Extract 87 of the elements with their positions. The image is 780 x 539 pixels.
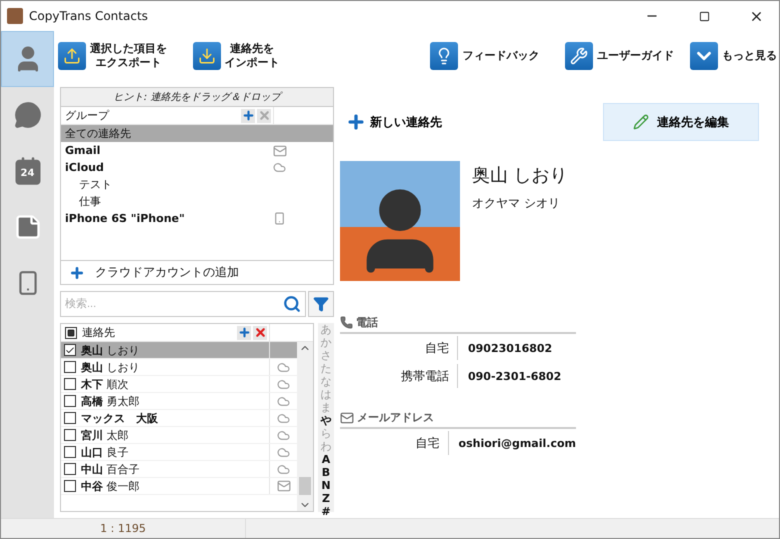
group-item[interactable]: iCloud: [61, 159, 333, 176]
name-reading: オクヤマ シオリ: [472, 195, 561, 212]
field-value: oshiori@gmail.com: [458, 436, 576, 450]
checkbox[interactable]: [64, 361, 76, 373]
hint-text: ヒント: 連絡先をドラッグ＆ドロップ: [61, 88, 333, 107]
checkbox[interactable]: [64, 429, 76, 441]
new-contact-button[interactable]: 新しい連絡先: [340, 112, 448, 132]
cloud-icon: [277, 394, 290, 408]
field-value: 090-2301-6802: [467, 370, 562, 382]
section-title: メールアドレス: [357, 410, 434, 425]
sidebar-tab[interactable]: 24: [1, 143, 54, 199]
sidebar-tab[interactable]: [1, 31, 54, 87]
cloud-icon: [277, 446, 290, 458]
note-icon: [14, 213, 42, 241]
field-label: 自宅: [340, 336, 458, 360]
column-header: グループ: [65, 108, 110, 123]
delete-contact-button[interactable]: [253, 326, 267, 340]
filter-button[interactable]: [308, 291, 334, 317]
scrollbar[interactable]: [297, 342, 313, 511]
toolbar-button[interactable]: ユーザーガイド: [565, 42, 690, 70]
add-group-button[interactable]: [241, 108, 255, 122]
phone-icon: [273, 212, 286, 225]
cloud-icon: [277, 378, 290, 390]
field-value: 09023016802: [467, 342, 552, 354]
export-icon: [63, 47, 81, 65]
wrench-icon: [570, 47, 588, 65]
field-label: 自宅: [340, 431, 449, 455]
calendar-icon: [12, 156, 42, 186]
contact-row[interactable]: 山口 良子: [61, 444, 297, 461]
contact-row[interactable]: 中谷 俊一郎: [61, 478, 297, 495]
import-icon: [198, 47, 216, 65]
cloud-icon: [273, 161, 286, 174]
checkbox[interactable]: [64, 395, 76, 407]
contact-row[interactable]: 宮川 太郎: [61, 427, 297, 444]
contact-row[interactable]: 木下 順次: [61, 376, 297, 393]
cloud-icon: [277, 462, 290, 476]
plus-icon: [346, 112, 366, 132]
add-contact-button[interactable]: [237, 326, 251, 340]
contact-row[interactable]: 奥山 しおり: [61, 342, 297, 359]
toolbar-button[interactable]: 選択した項目を エクスポート: [58, 42, 193, 70]
mail-icon: [276, 479, 290, 493]
add-account-button[interactable]: クラウドアカウントの追加: [61, 260, 333, 284]
contact-row[interactable]: 中山 百合子: [61, 461, 297, 478]
telephone-icon: [340, 316, 353, 329]
select-all-checkbox[interactable]: [65, 326, 77, 338]
index-letter[interactable]: A: [322, 453, 330, 466]
checkbox[interactable]: [64, 480, 76, 492]
group-item[interactable]: Gmail: [61, 142, 333, 159]
index-letter[interactable]: Z: [322, 492, 330, 505]
envelope-icon: [340, 410, 354, 424]
checkbox[interactable]: [64, 344, 76, 356]
group-item[interactable]: テスト: [61, 176, 333, 193]
field-label: 携帯電話: [340, 364, 458, 388]
column-header: 連絡先: [81, 325, 116, 340]
toolbar-button[interactable]: もっと見る: [690, 42, 779, 70]
index-letter[interactable]: #: [321, 505, 331, 518]
checkbox[interactable]: [64, 412, 76, 424]
plus-icon: [69, 264, 85, 280]
index-letter[interactable]: B: [322, 466, 330, 479]
contact-count: 1 : 1195: [1, 519, 246, 538]
window-title: CopyTrans Contacts: [29, 9, 149, 23]
cloud-icon: [277, 360, 290, 374]
scroll-thumb[interactable]: [299, 477, 311, 495]
group-item[interactable]: iPhone 6S "iPhone": [61, 210, 333, 227]
cloud-icon: [277, 428, 290, 442]
contact-row[interactable]: 高橋 勇太郎: [61, 393, 297, 410]
speech-bubble-icon: [14, 101, 42, 129]
group-item[interactable]: 仕事: [61, 193, 333, 210]
group-item[interactable]: 全ての連絡先: [61, 125, 333, 142]
maximize-icon: [698, 10, 710, 22]
edit-contact-button[interactable]: 連絡先を編集: [603, 103, 759, 141]
checkbox[interactable]: [64, 378, 76, 390]
filter-icon: [313, 296, 329, 312]
pencil-icon: [633, 114, 649, 130]
mail-icon: [273, 144, 287, 158]
toolbar-button[interactable]: フィードバック: [430, 42, 566, 70]
cloud-icon: [277, 412, 290, 424]
app-icon: [7, 8, 23, 24]
contact-name: 奥山 しおり: [472, 164, 568, 187]
index-letter[interactable]: N: [321, 479, 331, 492]
index-letter[interactable]: や: [320, 414, 332, 427]
section-title: 電話: [356, 315, 378, 330]
toolbar-button[interactable]: 連絡先を インポート: [192, 42, 430, 70]
checkbox[interactable]: [64, 463, 76, 475]
contact-row[interactable]: 奥山 しおり: [61, 359, 297, 376]
checkbox[interactable]: [64, 446, 76, 458]
contact-row[interactable]: マックス 大阪: [61, 410, 297, 427]
